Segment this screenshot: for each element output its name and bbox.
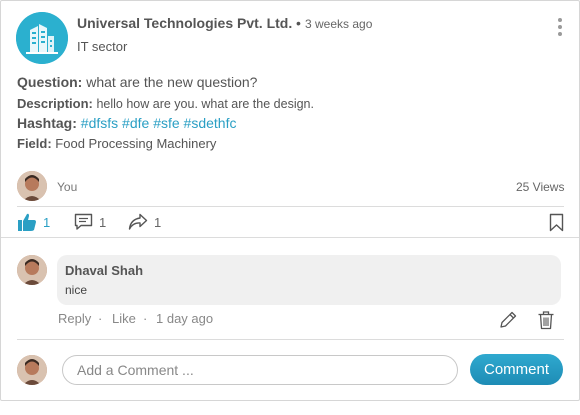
field-value: Food Processing Machinery	[55, 136, 217, 151]
divider	[1, 237, 579, 238]
company-logo-icon[interactable]	[16, 12, 68, 64]
views-count: 25 Views	[516, 180, 565, 194]
edit-button[interactable]	[498, 308, 518, 332]
avatar[interactable]	[17, 255, 47, 285]
comment-time: 1 day ago	[156, 311, 214, 326]
comment-count-button[interactable]: 1	[74, 210, 106, 234]
description-row: Description: hello how are you. what are…	[17, 96, 314, 111]
comment-count: 1	[99, 214, 107, 230]
delete-icon	[538, 311, 554, 330]
company-name[interactable]: Universal Technologies Pvt. Ltd.	[77, 15, 292, 31]
like-button[interactable]: 1	[17, 210, 50, 234]
delete-button[interactable]	[537, 308, 555, 332]
bookmark-icon	[549, 213, 564, 231]
question-label: Question:	[17, 74, 83, 90]
share-count: 1	[154, 214, 162, 230]
question-value: what are the new question?	[86, 74, 258, 90]
share-icon	[128, 213, 148, 230]
comment-input[interactable]	[62, 355, 458, 385]
separator-dot: ·	[143, 311, 148, 326]
hashtag-link[interactable]: #dfsfs	[81, 115, 118, 131]
comment-submit-button[interactable]: Comment	[470, 354, 563, 385]
company-sector: IT sector	[77, 39, 128, 54]
post-card: Universal Technologies Pvt. Ltd. • 3 wee…	[0, 0, 580, 401]
kebab-menu-icon[interactable]	[555, 18, 565, 40]
description-label: Description:	[17, 96, 93, 111]
edit-icon	[500, 311, 517, 328]
post-time: 3 weeks ago	[305, 17, 373, 31]
bookmark-button[interactable]	[549, 210, 564, 234]
field-label: Field:	[17, 136, 52, 151]
hashtag-row: Hashtag: #dfsfs #dfe #sfe #sdethfc	[17, 115, 236, 131]
like-icon	[18, 213, 36, 231]
divider	[17, 339, 564, 340]
hashtag-link[interactable]: #sdethfc	[184, 115, 237, 131]
field-row: Field: Food Processing Machinery	[17, 136, 216, 151]
comment-icon	[74, 213, 93, 230]
avatar[interactable]	[17, 171, 47, 201]
like-count: 1	[43, 214, 51, 230]
author-label: You	[57, 180, 78, 194]
separator-dot: ·	[98, 311, 103, 326]
divider	[17, 206, 564, 207]
share-button[interactable]: 1	[128, 210, 161, 234]
hashtag-link[interactable]: #sfe	[153, 115, 179, 131]
hashtag-link[interactable]: #dfe	[122, 115, 149, 131]
like-link[interactable]: Like	[112, 311, 136, 326]
question-row: Question: what are the new question?	[17, 74, 257, 90]
hashtag-label: Hashtag:	[17, 115, 77, 131]
comment-author[interactable]: Dhaval Shah	[65, 263, 143, 278]
avatar[interactable]	[17, 355, 47, 385]
reply-link[interactable]: Reply	[58, 311, 91, 326]
separator-dot: •	[296, 15, 301, 31]
description-value: hello how are you. what are the design.	[96, 97, 314, 111]
comment-text: nice	[65, 283, 88, 297]
